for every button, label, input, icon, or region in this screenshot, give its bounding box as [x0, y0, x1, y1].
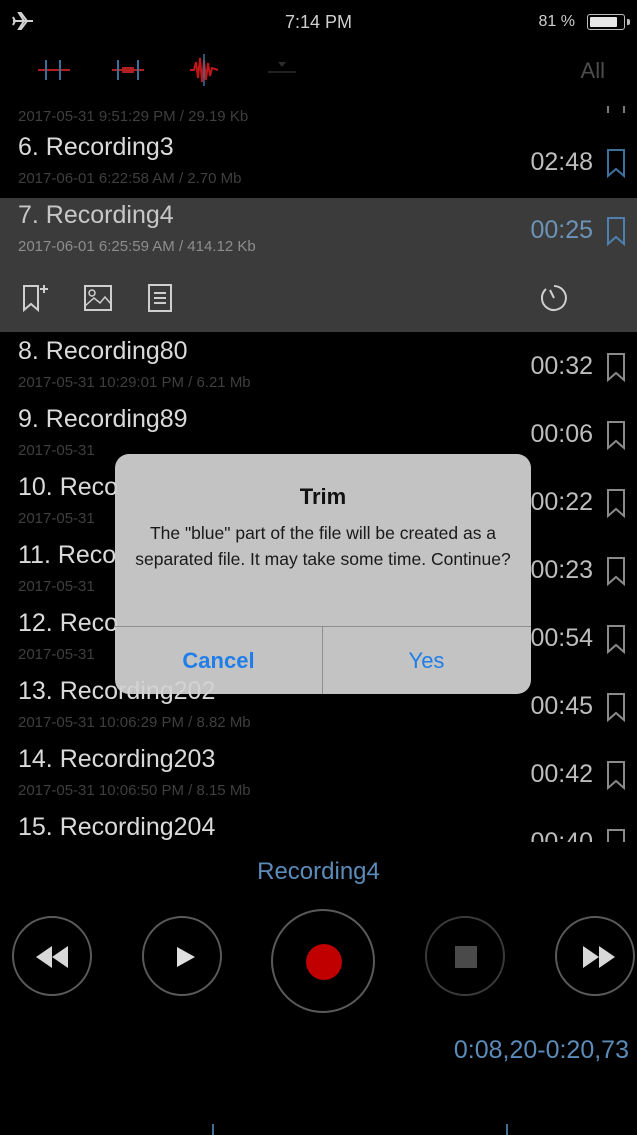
trim-dialog: Trim The "blue" part of the file will be…: [115, 454, 531, 694]
item-meta: 2017-06-01 6:22:58 AM / 2.70 Mb: [18, 170, 242, 187]
item-duration: 00:40: [530, 828, 593, 842]
stop-button[interactable]: [425, 916, 505, 996]
stop-icon: [455, 946, 477, 968]
bookmark-icon[interactable]: [605, 828, 627, 842]
item-duration: 00:06: [530, 420, 593, 448]
item-title: 9. Recording89: [18, 405, 188, 433]
list-item[interactable]: 8. Recording80 2017-05-31 10:29:01 PM / …: [0, 334, 637, 402]
item-duration: 00:22: [530, 488, 593, 516]
bookmark-icon[interactable]: [605, 148, 627, 178]
now-playing-title: Recording4: [257, 858, 380, 885]
rewind-icon: [36, 946, 68, 968]
item-duration: 00:54: [530, 624, 593, 652]
item-meta: 2017-06-01 6:25:59 AM / 414.12 Kb: [18, 238, 256, 255]
trim-range-readout: 0:08,20-0:20,73: [453, 1036, 629, 1064]
toolbar: All: [0, 50, 637, 96]
item-duration: 00:23: [530, 556, 593, 584]
play-icon: [177, 947, 195, 967]
trim-range-icon[interactable]: [108, 50, 148, 90]
item-meta: 2017-05-31: [18, 510, 95, 527]
record-button[interactable]: [271, 909, 375, 1013]
yes-button[interactable]: Yes: [323, 627, 530, 694]
trim-start-marker[interactable]: [212, 1124, 214, 1135]
battery-percent: 81 %: [538, 13, 575, 30]
item-meta: 2017-05-31: [18, 646, 95, 663]
list-item-selected[interactable]: 7. Recording4 2017-06-01 6:25:59 AM / 41…: [0, 198, 637, 266]
item-title: 14. Recording203: [18, 745, 216, 773]
status-bar: 7:14 PM 81 %: [0, 0, 637, 44]
item-meta: 2017-05-31: [18, 442, 95, 459]
item-action-bar: [0, 266, 637, 332]
image-icon[interactable]: [82, 282, 114, 314]
marker-icon[interactable]: [262, 50, 302, 90]
trim-end-marker[interactable]: [506, 1124, 508, 1135]
item-meta: 2017-05-31 9:51:29 PM / 29.19 Kb: [18, 108, 249, 125]
item-title: 10. Reco: [18, 473, 119, 501]
item-title: 12. Reco: [18, 609, 119, 637]
waveform-icon[interactable]: [184, 50, 224, 90]
item-title: 15. Recording204: [18, 813, 216, 841]
bookmark-icon[interactable]: [605, 624, 627, 654]
fast-forward-button[interactable]: [555, 916, 635, 996]
bookmark-icon[interactable]: [605, 556, 627, 586]
bookmark-icon[interactable]: [605, 352, 627, 382]
item-title: 11. Reco: [18, 541, 117, 569]
item-duration: 00:42: [530, 760, 593, 788]
battery-icon: [587, 14, 630, 30]
bookmark-icon[interactable]: [605, 216, 627, 246]
bookmark-icon[interactable]: [605, 760, 627, 790]
dialog-title: Trim: [299, 484, 347, 509]
list-item[interactable]: 15. Recording204 00:40: [0, 810, 637, 842]
list-item[interactable]: 14. Recording203 2017-05-31 10:06:50 PM …: [0, 742, 637, 810]
item-meta: 2017-05-31 10:29:01 PM / 6.21 Mb: [18, 374, 251, 391]
list-item[interactable]: 2017-05-31 9:51:29 PM / 29.19 Kb: [0, 96, 637, 126]
filter-all-button[interactable]: All: [581, 58, 605, 84]
list-item[interactable]: 6. Recording3 2017-06-01 6:22:58 AM / 2.…: [0, 130, 637, 198]
bookmark-icon[interactable]: [607, 106, 625, 114]
item-duration: 00:32: [530, 352, 593, 380]
item-title: 7. Recording4: [18, 201, 174, 229]
add-bookmark-icon[interactable]: [20, 282, 52, 314]
item-meta: 2017-05-31: [18, 578, 95, 595]
rewind-button[interactable]: [12, 916, 92, 996]
bookmark-icon[interactable]: [605, 692, 627, 722]
item-duration: 00:45: [530, 692, 593, 720]
fast-forward-icon: [583, 946, 615, 968]
dialog-message: The "blue" part of the file will be crea…: [135, 523, 511, 569]
timer-icon[interactable]: [538, 282, 570, 314]
trim-start-icon[interactable]: [34, 50, 74, 90]
notes-icon[interactable]: [144, 282, 176, 314]
bookmark-icon[interactable]: [605, 420, 627, 450]
item-title: 8. Recording80: [18, 337, 188, 365]
record-icon: [306, 944, 342, 980]
play-button[interactable]: [142, 916, 222, 996]
item-meta: 2017-05-31 10:06:50 PM / 8.15 Mb: [18, 782, 251, 799]
item-duration: 02:48: [530, 148, 593, 176]
item-meta: 2017-05-31 10:06:29 PM / 8.82 Mb: [18, 714, 251, 731]
bookmark-icon[interactable]: [605, 488, 627, 518]
item-title: 6. Recording3: [18, 133, 174, 161]
item-duration: 00:25: [530, 216, 593, 244]
cancel-button[interactable]: Cancel: [115, 627, 322, 694]
